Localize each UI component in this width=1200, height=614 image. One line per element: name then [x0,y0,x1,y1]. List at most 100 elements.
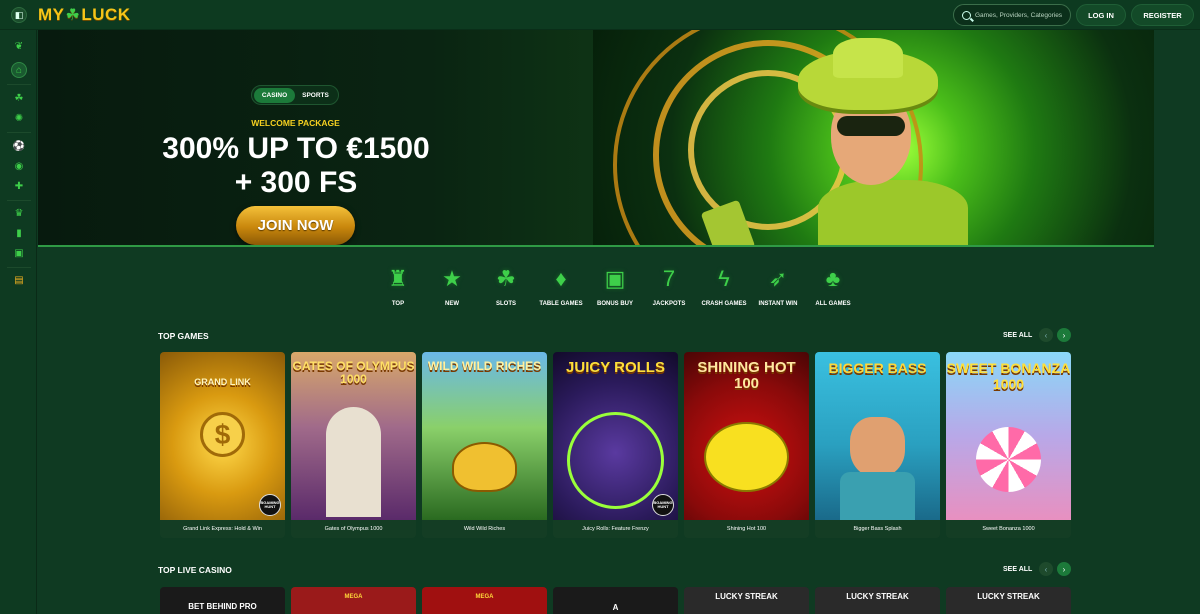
category-top[interactable]: ♜ TOP [368,265,428,307]
game-name: Bigger Bass Splash [815,520,940,538]
category-label: JACKPOTS [652,301,686,307]
search-icon [962,10,971,20]
tab-sports[interactable]: SPORTS [295,88,336,103]
bgaming-hunt-badge: BGAMING HUNT [259,494,281,516]
gift-icon[interactable]: ▣ [11,245,27,261]
promo-line-2: + 300 FS [234,166,358,199]
live-casino-card[interactable]: BET BEHIND PRO [160,587,285,614]
clover-icon: ☘ [496,266,516,291]
game-art-title: BIGGER BASS [828,360,927,376]
leaf-icon[interactable]: ❦ [11,38,27,54]
fisherman-shirt-art [840,472,915,520]
game-card[interactable]: SHINING HOT 100 Shining Hot 100 [684,352,809,538]
seven-icon: 7 [662,266,676,291]
search-box[interactable] [953,4,1071,26]
lemon-art [704,422,789,492]
home-icon[interactable]: ⌂ [11,62,27,78]
ticket-icon[interactable]: ▤ [11,272,27,288]
hat-top-art [833,38,903,78]
game-card[interactable]: SWEET BONANZA 1000 Sweet Bonanza 1000 [946,352,1071,538]
category-jackpots[interactable]: 7 JACKPOTS [639,265,699,307]
chevron-right-icon[interactable]: › [1057,328,1071,342]
trophy-icon[interactable]: ♛ [11,205,27,221]
game-card[interactable]: WILD WILD RICHES Wild Wild Riches [422,352,547,538]
stats-icon[interactable]: ▮ [11,225,27,241]
live-art-title: MEGA [475,594,494,600]
game-thumbnail: SWEET BONANZA 1000 [946,352,1071,520]
hero-illustration [593,30,1154,245]
game-art-title: WILD WILD RICHES [427,359,542,373]
promo-headline: 300% UP TO €1500 + 300 FS [138,132,454,200]
promo-line-1: 300% UP TO €1500 [162,132,430,165]
game-art-title: JUICY ROLLS [566,359,665,376]
live-casino-card[interactable]: LUCKY STREAK [684,587,809,614]
game-name: Sweet Bonanza 1000 [946,520,1071,538]
game-name: Juicy Rolls: Feature Frenzy [553,520,678,538]
sidebar-divider [7,267,31,268]
clover-icon[interactable]: ☘ [11,90,27,106]
card-icon: ♦ [555,266,567,291]
game-art-title: GATES OF OLYMPUS 1000 [292,359,415,386]
hero-divider [38,245,1154,247]
live-casino-card[interactable]: LUCKY STREAK [946,587,1071,614]
game-name: Wild Wild Riches [422,520,547,538]
game-art-title: SWEET BONANZA 1000 [946,360,1071,392]
sidebar-divider [7,132,31,133]
join-now-button[interactable]: JOIN NOW [236,206,355,245]
game-thumbnail: JUICY ROLLS BGAMING HUNT [553,352,678,520]
live-art-title: MEGA [344,594,363,600]
category-label: TABLE GAMES [539,301,583,307]
lightning-icon: ϟ [718,266,730,291]
top-games-see-all[interactable]: SEE ALL [1003,332,1032,339]
search-input[interactable] [975,11,1070,19]
login-button[interactable]: LOG IN [1076,4,1126,26]
live-casino-card[interactable]: MEGA [422,587,547,614]
sidebar-divider [7,84,31,85]
game-thumbnail: SHINING HOT 100 [684,352,809,520]
category-crash-games[interactable]: ϟ CRASH GAMES [694,265,754,307]
chevron-right-icon[interactable]: › [1057,562,1071,576]
casino-sports-switch: CASINO SPORTS [251,85,339,105]
site-logo[interactable]: MY ☘ LUCK [38,5,131,25]
chevron-left-icon[interactable]: ‹ [1039,562,1053,576]
category-slots[interactable]: ☘ SLOTS [476,265,536,307]
clover-icon: ☘ [65,7,81,24]
hero-banner: CASINO SPORTS WELCOME PACKAGE 300% UP TO… [38,30,1154,245]
category-new[interactable]: ★ NEW [422,265,482,307]
game-card[interactable]: JUICY ROLLS BGAMING HUNT Juicy Rolls: Fe… [553,352,678,538]
live-casino-card[interactable]: LUCKY STREAK [815,587,940,614]
live-casino-card[interactable]: A [553,587,678,614]
sports-icon[interactable]: ⚽ [11,138,27,154]
category-instant-win[interactable]: ➶ INSTANT WIN [748,265,808,307]
game-card[interactable]: BIGGER BASS Bigger Bass Splash [815,352,940,538]
neon-ring-art [567,412,664,509]
chevron-left-icon[interactable]: ‹ [1039,328,1053,342]
live-icon[interactable]: ◉ [11,158,27,174]
top-games-title: TOP GAMES [158,331,209,341]
tab-casino[interactable]: CASINO [254,87,295,103]
star-icon: ★ [442,266,462,291]
category-label: SLOTS [495,301,516,307]
controller-icon[interactable]: ✚ [11,178,27,194]
category-label: TOP [391,301,405,307]
category-all-games[interactable]: ♣ ALL GAMES [803,265,863,307]
category-table-games[interactable]: ♦ TABLE GAMES [531,265,591,307]
live-art-title: BET BEHIND PRO [188,602,257,611]
category-label: CRASH GAMES [701,301,747,307]
pot-of-gold-art [452,442,517,492]
live-casino-see-all[interactable]: SEE ALL [1003,566,1032,573]
live-casino-card[interactable]: MEGA [291,587,416,614]
bgaming-hunt-badge: BGAMING HUNT [652,494,674,516]
roulette-icon[interactable]: ✺ [11,110,27,126]
top-header: ◧ MY ☘ LUCK LOG IN REGISTER [0,0,1200,30]
game-card[interactable]: GRAND LINK $ BGAMING HUNT Grand Link Exp… [160,352,285,538]
game-art-title: GRAND LINK [194,377,251,387]
menu-toggle-icon[interactable]: ◧ [11,7,27,23]
category-bonus-buy[interactable]: ▣ BONUS BUY [585,265,645,307]
sidebar: ❦ ⌂ ☘ ✺ ⚽ ◉ ✚ ♛ ▮ ▣ ▤ ⊕ ● [0,30,37,614]
game-card[interactable]: GATES OF OLYMPUS 1000 Gates of Olympus 1… [291,352,416,538]
live-art-title: LUCKY STREAK [846,592,909,601]
fisherman-art [850,417,905,477]
top-live-casino-title: TOP LIVE CASINO [158,565,232,575]
register-button[interactable]: REGISTER [1131,4,1194,26]
